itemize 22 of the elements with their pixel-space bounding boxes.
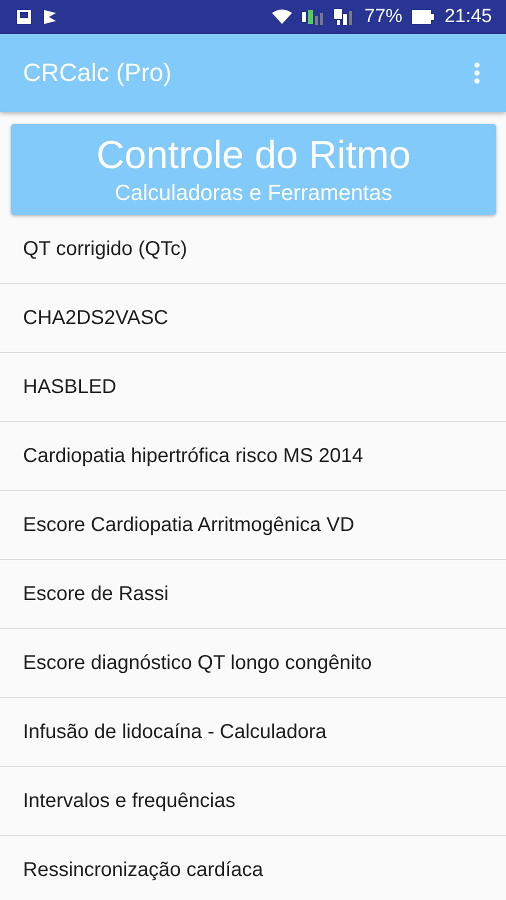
- list-item[interactable]: CHA2DS2VASC: [0, 284, 506, 353]
- app-title: CRCalc (Pro): [23, 58, 172, 88]
- list-item[interactable]: Intervalos e frequências: [0, 767, 506, 836]
- banner-title: Controle do Ritmo: [96, 132, 411, 178]
- list-item[interactable]: Escore de Rassi: [0, 560, 506, 629]
- clock: 21:45: [444, 6, 492, 28]
- flag-icon: [42, 9, 58, 25]
- wifi-icon: [272, 9, 292, 25]
- signal-icon: [334, 8, 354, 26]
- list-item[interactable]: Escore diagnóstico QT longo congênito: [0, 629, 506, 698]
- signal-icon: [302, 8, 324, 26]
- picture-icon: [16, 9, 32, 25]
- list-item[interactable]: Ressincronização cardíaca: [0, 836, 506, 900]
- banner-subtitle: Calculadoras e Ferramentas: [114, 178, 392, 206]
- list-item[interactable]: Escore Cardiopatia Arritmogênica VD: [0, 491, 506, 560]
- list-item[interactable]: Cardiopatia hipertrófica risco MS 2014: [0, 422, 506, 491]
- list-item[interactable]: HASBLED: [0, 353, 506, 422]
- battery-level: 77%: [364, 6, 402, 28]
- list-item[interactable]: Infusão de lidocaína - Calculadora: [0, 698, 506, 767]
- more-options-icon[interactable]: [474, 62, 480, 84]
- list-item[interactable]: QT corrigido (QTc): [0, 215, 506, 284]
- battery-icon: [412, 10, 434, 24]
